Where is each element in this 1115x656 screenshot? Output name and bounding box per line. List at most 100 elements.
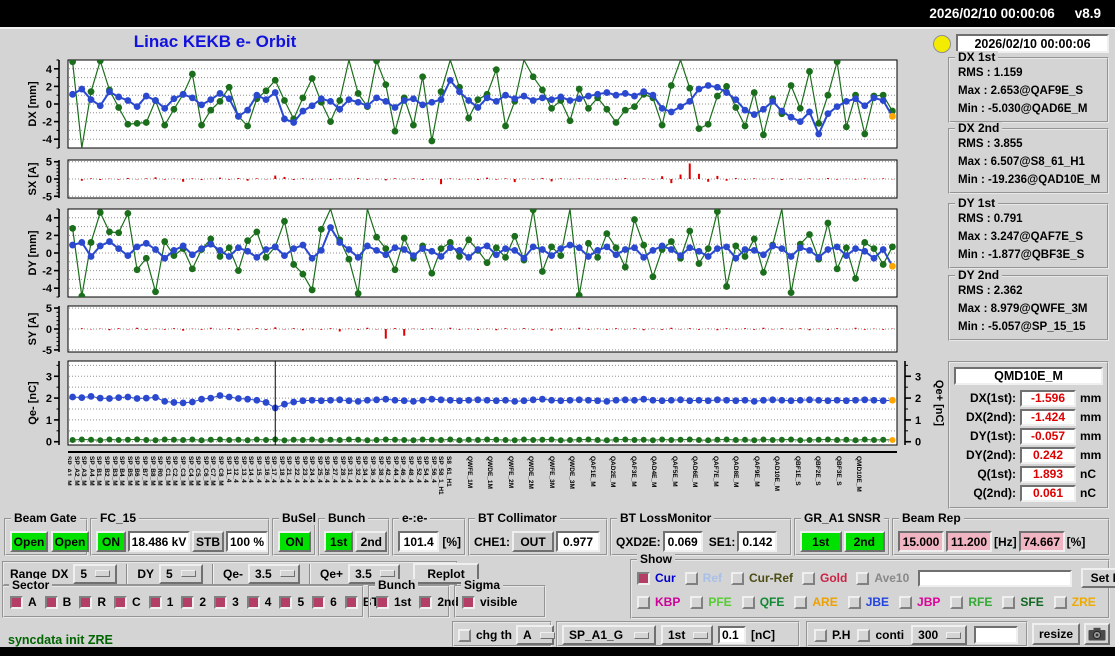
range-dx-label: DX: [51, 566, 69, 581]
svg-text:4: 4: [46, 64, 53, 76]
bunch-1st-checkbox[interactable]: 1st: [376, 595, 411, 609]
resize-button[interactable]: resize: [1032, 623, 1080, 645]
count-select[interactable]: 300: [911, 625, 968, 645]
chart-dx[interactable]: -4 -2 0 2 4 DX [mm]: [27, 58, 968, 156]
sector-a-checkbox[interactable]: A: [10, 595, 37, 609]
screenshot-button[interactable]: [1084, 623, 1110, 645]
sector-6-checkbox[interactable]: 6: [312, 595, 337, 609]
chart-sy[interactable]: -5 0 5 SY [A]: [27, 303, 968, 360]
bunch-number-select[interactable]: 1st: [661, 625, 713, 645]
show-checkboxes-2: KBP PFE QFE ARE JBE JBP RFE SFE ZRE: [637, 595, 1096, 609]
x-axis-label: SP_18_4: [277, 456, 285, 483]
svg-text:-4: -4: [42, 283, 53, 295]
beam-rep-value-2: 11.200: [946, 531, 992, 552]
checkbox-label: 6: [330, 595, 337, 609]
sector-r-checkbox[interactable]: R: [79, 595, 106, 609]
main-panel: Linac KEKB e- Orbit 2026/02/10 00:00:06 …: [0, 27, 1115, 647]
svg-text:2: 2: [46, 393, 52, 405]
checkbox-label: visible: [480, 595, 518, 609]
chg-th-select[interactable]: A: [516, 625, 555, 645]
monitor-select[interactable]: SP_A1_G: [562, 625, 656, 645]
sector-b-checkbox[interactable]: B: [44, 595, 71, 609]
sector-4-checkbox[interactable]: 4: [246, 595, 271, 609]
svg-text:SY [A]: SY [A]: [27, 312, 39, 345]
chart-dy[interactable]: -4 -2 0 2 4 DY [mm]: [27, 207, 968, 305]
show-jbp-checkbox[interactable]: JBP: [899, 595, 940, 609]
x-axis-label: SP_B1_M: [95, 456, 103, 486]
threshold-unit: [nC]: [751, 628, 775, 642]
beam-gate-open-2-button[interactable]: Open: [51, 531, 89, 552]
monitor-select-value: SP_A1_G: [569, 628, 624, 642]
option-menu-indicator: [693, 631, 709, 639]
ref-file-input[interactable]: [918, 569, 1073, 587]
bunch-1st-button[interactable]: 1st: [324, 531, 354, 552]
bunch-checkboxes: 1st 2nd: [376, 595, 459, 609]
fc15-stb-button[interactable]: STB: [192, 531, 224, 552]
che1-out-button[interactable]: OUT: [512, 531, 555, 552]
conti-checkbox[interactable]: conti: [857, 628, 904, 642]
checkbox-indicator: [731, 571, 745, 585]
x-axis-label: SP_36_4: [369, 456, 376, 483]
checkbox-label: chg th: [476, 628, 512, 642]
qxd2e-value: 0.069: [662, 531, 703, 552]
show-zre-checkbox[interactable]: ZRE: [1053, 595, 1096, 609]
svg-text:DX [mm]: DX [mm]: [27, 81, 39, 127]
checkbox-indicator: [741, 595, 755, 609]
checkbox-indicator: [637, 571, 650, 585]
fc15-on-button[interactable]: ON: [96, 531, 126, 552]
gr-a1-2nd-button[interactable]: 2nd: [843, 531, 885, 552]
separator: [309, 563, 312, 584]
range-qep-label: Qe+: [320, 566, 344, 581]
option-menu-indicator: [634, 631, 649, 639]
acquisition-box: P.H conti 300: [806, 621, 1028, 647]
sigma-visible-checkbox[interactable]: visible: [462, 595, 517, 609]
chg-th-checkbox[interactable]: chg th: [458, 628, 512, 642]
x-axis-label: SP_38_4: [376, 456, 384, 483]
show-kbp-checkbox[interactable]: KBP: [637, 595, 680, 609]
option-menu-indicator: [946, 631, 962, 639]
show-ave10-checkbox[interactable]: Ave10: [856, 571, 909, 585]
sector-2-checkbox[interactable]: 2: [181, 595, 206, 609]
show-jbe-checkbox[interactable]: JBE: [847, 595, 889, 609]
range-qe-minus-select[interactable]: 3.5: [248, 563, 301, 584]
threshold-input[interactable]: [718, 626, 746, 644]
show-cur-ref-checkbox[interactable]: Cur-Ref: [731, 571, 793, 585]
sector-1-checkbox[interactable]: 1: [148, 595, 173, 609]
sector-3-checkbox[interactable]: 3: [214, 595, 239, 609]
show-gold-checkbox[interactable]: Gold: [802, 571, 847, 585]
group-body: QXD2E: 0.069 SE1: 0.142: [616, 531, 787, 552]
show-sfe-checkbox[interactable]: SFE: [1002, 595, 1044, 609]
show-cur-checkbox[interactable]: Cur: [637, 571, 676, 585]
min-value: -19.236@QAD10E_M: [988, 174, 1101, 186]
show-rfe-checkbox[interactable]: RFE: [950, 595, 992, 609]
set-ref-button[interactable]: Set Ref: [1081, 568, 1115, 588]
sector-c-checkbox[interactable]: C: [114, 595, 141, 609]
beam-rep-value-1: 15.000: [898, 531, 944, 552]
x-axis-label: SP_17_4: [270, 456, 278, 483]
fc15-duty-value: 100 %: [226, 531, 269, 552]
show-ref-checkbox[interactable]: Ref: [684, 571, 722, 585]
beam-gate-open-1-button[interactable]: Open: [10, 531, 48, 552]
svg-text:DY [mm]: DY [mm]: [27, 230, 39, 275]
range-dy-select[interactable]: 5: [159, 563, 204, 584]
sector-5-checkbox[interactable]: 5: [279, 595, 304, 609]
bunch-2nd-button[interactable]: 2nd: [355, 531, 388, 552]
monitor-row-label: Q(2nd):: [973, 486, 1016, 500]
x-axis-label: QWFE_2M: [506, 456, 514, 489]
range-dy-value: 5: [166, 566, 173, 581]
show-pfe-checkbox[interactable]: PFE: [690, 595, 732, 609]
show-are-checkbox[interactable]: ARE: [794, 595, 838, 609]
chart-sx[interactable]: -5 0 5 SX [A]: [27, 157, 968, 206]
gr-a1-1st-button[interactable]: 1st: [800, 531, 842, 552]
acquisition-body: P.H conti 300: [814, 625, 1019, 645]
checkbox-label: Gold: [820, 571, 848, 585]
group-title: FC_15: [97, 512, 140, 525]
bunch-2nd-checkbox[interactable]: 2nd: [419, 595, 459, 609]
range-dx-select[interactable]: 5: [73, 563, 118, 584]
ph-checkbox[interactable]: P.H: [814, 628, 850, 642]
x-axis-label: SP_B5_M: [125, 456, 133, 486]
aux-input[interactable]: [974, 626, 1019, 644]
busel-on-button[interactable]: ON: [278, 531, 311, 552]
show-qfe-checkbox[interactable]: QFE: [741, 595, 784, 609]
chart-qe[interactable]: 0 1 2 3 Qe- [nC] 0 1 2 3 Qe+ [nC]: [27, 359, 968, 453]
